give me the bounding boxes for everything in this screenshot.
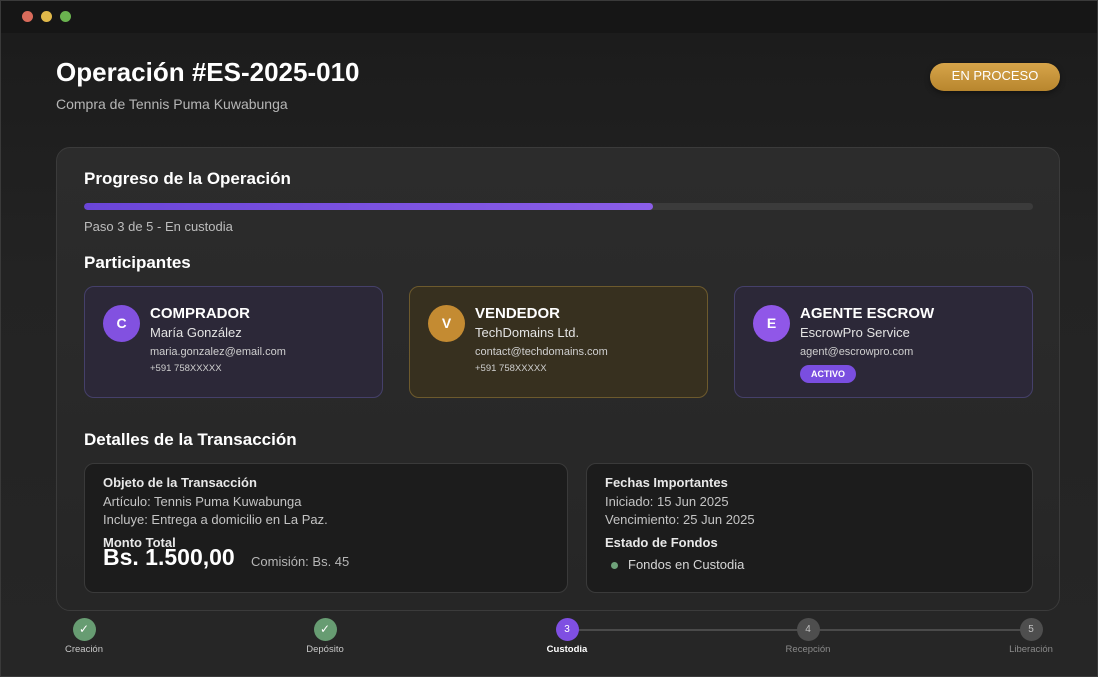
step-label: Depósito bbox=[306, 644, 344, 655]
step-number: 5 bbox=[1019, 618, 1043, 641]
participant-email: contact@techdomains.com bbox=[475, 346, 608, 358]
details-title: Detalles de la Transacción bbox=[84, 430, 297, 449]
step-deposito[interactable]: ✓ Depósito bbox=[285, 618, 365, 655]
commission: Comisión: Bs. 45 bbox=[251, 554, 350, 569]
funds-heading: Estado de Fondos bbox=[605, 535, 718, 550]
participant-role: COMPRADOR bbox=[150, 305, 250, 322]
funds-status-dot-icon bbox=[611, 562, 618, 569]
dates-panel: Fechas Importantes Iniciado: 15 Jun 2025… bbox=[586, 463, 1033, 593]
object-includes: Incluye: Entrega a domicilio en La Paz. bbox=[103, 512, 328, 527]
participant-card-agent[interactable]: E AGENTE ESCROW EscrowPro Service agent@… bbox=[734, 286, 1033, 398]
step-label: Creación bbox=[64, 644, 104, 655]
funds-status: Fondos en Custodia bbox=[628, 557, 745, 572]
operation-card: Progreso de la Operación Paso 3 de 5 - E… bbox=[56, 147, 1060, 611]
participant-phone: +591 758XXXXX bbox=[150, 363, 222, 374]
status-badge: EN PROCESO bbox=[930, 63, 1060, 91]
transaction-object-panel: Objeto de la Transacción Artículo: Tenni… bbox=[84, 463, 568, 593]
participant-email: maria.gonzalez@email.com bbox=[150, 346, 286, 358]
participant-name: María González bbox=[150, 325, 242, 340]
participant-email: agent@escrowpro.com bbox=[800, 346, 914, 358]
maximize-window-button[interactable] bbox=[60, 11, 71, 22]
date-started: Iniciado: 15 Jun 2025 bbox=[605, 494, 729, 509]
title-bar bbox=[1, 1, 1097, 33]
participant-card-seller[interactable]: V VENDEDOR TechDomains Ltd. contact@tech… bbox=[409, 286, 708, 398]
app-window: Operación #ES-2025-010 Compra de Tennis … bbox=[0, 0, 1098, 677]
total-amount: Bs. 1.500,00 bbox=[103, 544, 235, 570]
progress-title: Progreso de la Operación bbox=[84, 169, 291, 188]
date-due: Vencimiento: 25 Jun 2025 bbox=[605, 512, 755, 527]
participants-title: Participantes bbox=[84, 253, 191, 272]
participant-name: EscrowPro Service bbox=[800, 325, 910, 340]
step-custodia[interactable]: 3 Custodia bbox=[527, 618, 607, 655]
step-number: 3 bbox=[555, 618, 579, 641]
participant-phone: +591 758XXXXX bbox=[475, 363, 547, 374]
step-label: Recepción bbox=[785, 644, 831, 655]
step-recepcion[interactable]: 4 Recepción bbox=[768, 618, 848, 655]
step-liberacion[interactable]: 5 Liberación bbox=[991, 618, 1071, 655]
avatar: E bbox=[753, 305, 790, 342]
participant-card-buyer[interactable]: C COMPRADOR María González maria.gonzale… bbox=[84, 286, 383, 398]
step-creacion[interactable]: ✓ Creación bbox=[44, 618, 124, 655]
progress-stepper: ✓ Creación ✓ Depósito 3 Custodia 4 Recep… bbox=[1, 618, 1098, 663]
progress-text: Paso 3 de 5 - En custodia bbox=[84, 219, 233, 234]
avatar: V bbox=[428, 305, 465, 342]
dates-heading: Fechas Importantes bbox=[605, 475, 728, 490]
participant-name: TechDomains Ltd. bbox=[475, 325, 580, 340]
active-badge: ACTIVO bbox=[800, 365, 856, 383]
object-heading: Objeto de la Transacción bbox=[103, 475, 257, 490]
check-icon: ✓ bbox=[313, 618, 337, 641]
step-label: Liberación bbox=[1009, 644, 1053, 655]
progress-bar-fill bbox=[84, 203, 654, 210]
progress-bar bbox=[84, 203, 1033, 210]
page-title: Operación #ES-2025-010 bbox=[56, 57, 360, 87]
step-label: Custodia bbox=[546, 644, 588, 655]
page-subtitle: Compra de Tennis Puma Kuwabunga bbox=[56, 96, 288, 112]
minimize-window-button[interactable] bbox=[41, 11, 52, 22]
avatar: C bbox=[103, 305, 140, 342]
participant-role: AGENTE ESCROW bbox=[800, 305, 935, 322]
step-number: 4 bbox=[796, 618, 820, 641]
participant-role: VENDEDOR bbox=[475, 305, 561, 322]
object-article: Artículo: Tennis Puma Kuwabunga bbox=[103, 494, 302, 509]
check-icon: ✓ bbox=[72, 618, 96, 641]
close-window-button[interactable] bbox=[22, 11, 33, 22]
